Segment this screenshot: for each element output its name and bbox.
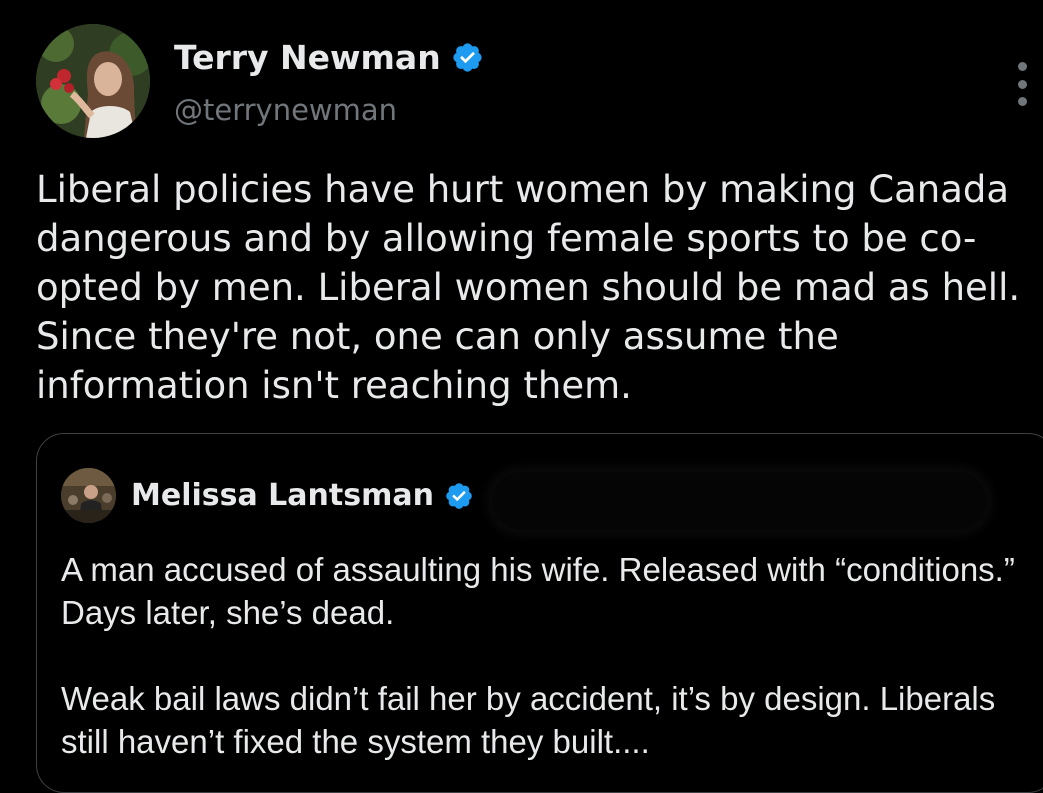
quoted-author-name: Melissa Lantsman bbox=[131, 478, 434, 513]
author-handle[interactable]: @terrynewman bbox=[174, 93, 397, 127]
more-options-icon bbox=[1017, 62, 1027, 71]
quoted-tweet-text: A man accused of assaulting his wife. Re… bbox=[61, 551, 1015, 760]
tweet-text: Liberal policies have hurt women by maki… bbox=[36, 168, 1021, 407]
author-avatar[interactable] bbox=[36, 24, 150, 138]
more-options-icon-dot bbox=[1017, 97, 1027, 106]
quoted-tweet-card[interactable]: Melissa Lantsman A man accused of assaul… bbox=[36, 433, 1043, 793]
verified-badge-icon bbox=[446, 482, 472, 509]
author-name-row[interactable]: Terry Newman bbox=[174, 38, 484, 77]
more-options-button[interactable] bbox=[1010, 62, 1034, 106]
avatar-image bbox=[36, 24, 150, 138]
verified-badge-icon bbox=[453, 43, 482, 72]
redaction-overlay bbox=[492, 472, 987, 530]
quoted-author-name-row: Melissa Lantsman bbox=[131, 478, 474, 513]
quoted-author-avatar bbox=[61, 468, 116, 523]
quoted-avatar-image bbox=[61, 468, 116, 523]
more-options-icon-dot bbox=[1017, 79, 1027, 89]
author-name[interactable]: Terry Newman bbox=[174, 38, 441, 77]
